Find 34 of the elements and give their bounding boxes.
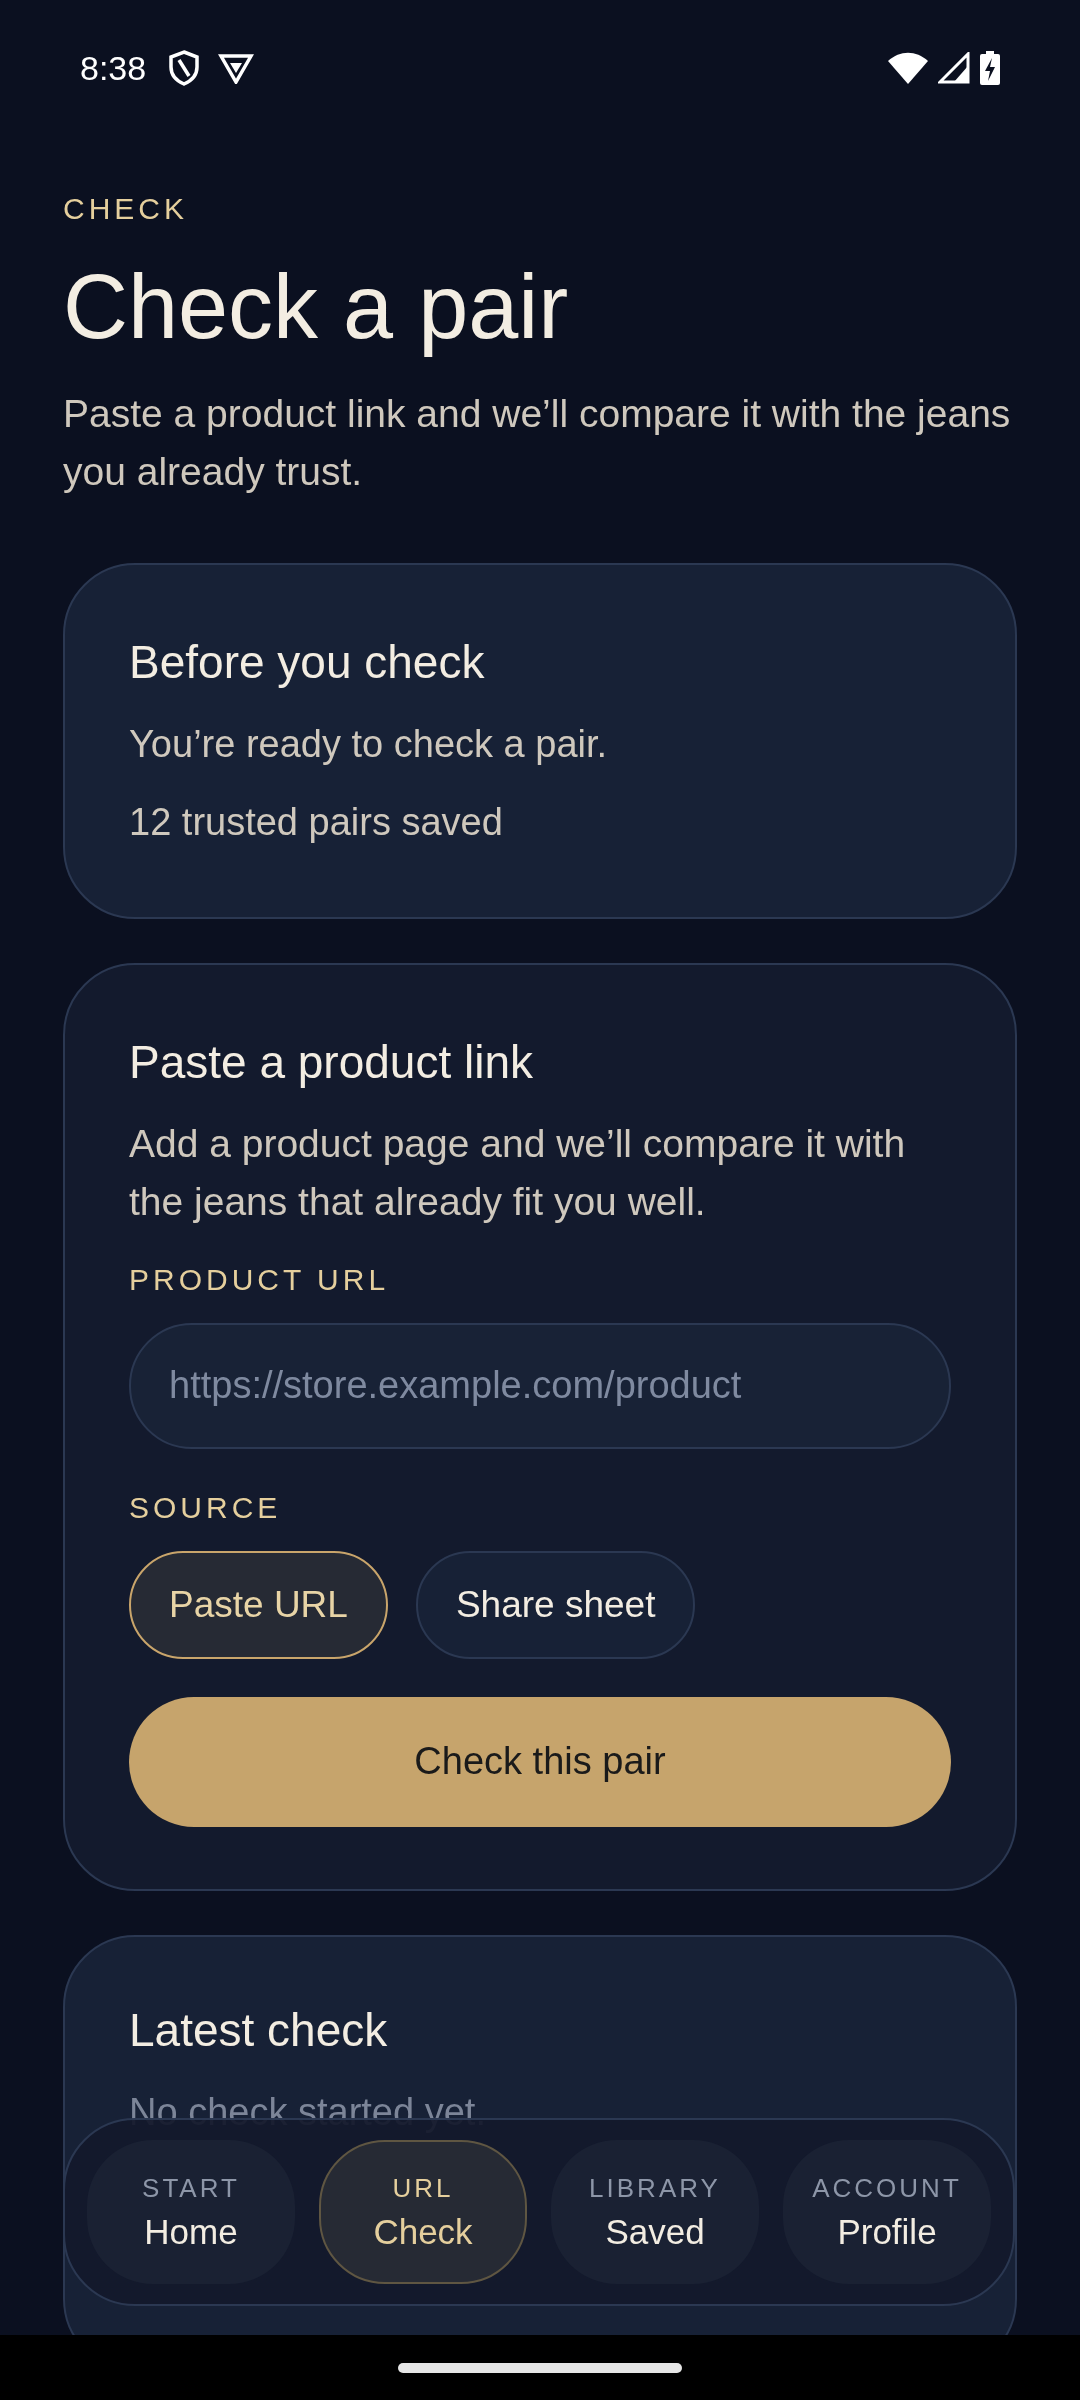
nav-tab[interactable]: URL Check [319, 2140, 527, 2284]
shield-triangle-icon [218, 52, 255, 84]
tab-caption: START [142, 2172, 240, 2204]
url-field[interactable]: https://store.example.com/product [129, 1322, 951, 1449]
signal-icon [938, 52, 970, 84]
status-text: 12 trusted pairs saved [129, 799, 504, 845]
tab-caption: LIBRARY [589, 2172, 721, 2204]
card-description: Add a product page and we’ll compare it with the jeans that already fit you well. [129, 1120, 907, 1225]
page-title: Check a pair [63, 260, 570, 355]
battery-icon [980, 51, 1000, 85]
status-text: You’re ready to check a pair. [129, 721, 609, 767]
tab-label: Saved [605, 2211, 705, 2252]
source-chip[interactable]: Share sheet [415, 1550, 696, 1659]
card-title: Paste a product link [129, 1034, 534, 1089]
tab-label: Home [144, 2211, 238, 2252]
check-button[interactable]: Check this pair [129, 1696, 951, 1827]
nav-tab[interactable]: START Home [87, 2140, 295, 2284]
nav-tab[interactable]: ACCOUNT Profile [783, 2140, 991, 2284]
page-subtitle: Paste a product link and we’ll compare it with the jeans you already trust. [63, 390, 1012, 495]
source-chip[interactable]: Paste URL [129, 1550, 388, 1659]
home-handle[interactable] [398, 2362, 682, 2373]
tab-caption: ACCOUNT [812, 2172, 962, 2204]
tab-label: Profile [837, 2211, 937, 2252]
field-label: PRODUCT URL [129, 1262, 391, 1297]
tab-label: Check [373, 2211, 473, 2252]
tab-caption: URL [392, 2172, 454, 2204]
section-label: CHECK [63, 192, 189, 226]
field-label: SOURCE [129, 1490, 283, 1525]
shield-icon [168, 50, 201, 86]
wifi-icon [888, 52, 928, 84]
nav-tab[interactable]: LIBRARY Saved [551, 2140, 759, 2284]
card-title: Before you check [129, 634, 486, 689]
card-title: Latest check [129, 2002, 389, 2057]
status-time: 8:38 [80, 48, 147, 88]
